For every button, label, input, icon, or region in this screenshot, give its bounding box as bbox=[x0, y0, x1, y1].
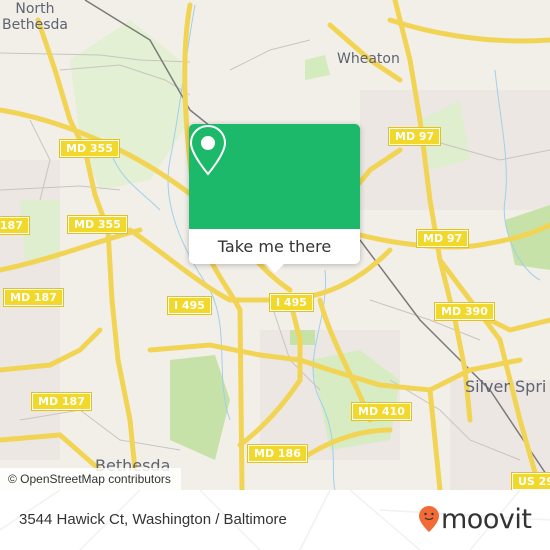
road-shield-md-187: MD 187 bbox=[0, 216, 30, 235]
road-shield-md-355: MD 355 bbox=[67, 215, 128, 234]
map-view[interactable]: North Bethesda Wheaton Silver Spri Bethe… bbox=[0, 0, 550, 490]
popup-header bbox=[189, 124, 360, 229]
place-label-wheaton: Wheaton bbox=[337, 51, 400, 67]
place-label-north-bethesda: North Bethesda bbox=[2, 1, 68, 33]
map-attribution[interactable]: © OpenStreetMap contributors bbox=[0, 468, 181, 490]
map-pin-icon bbox=[189, 124, 227, 176]
road-shield-md-187: MD 187 bbox=[3, 288, 64, 307]
road-shield-md-187: MD 187 bbox=[31, 392, 92, 411]
road-shield-us-29: US 29 bbox=[511, 472, 550, 490]
footer-bar: 3544 Hawick Ct, Washington / Baltimore m… bbox=[0, 490, 550, 550]
road-shield-i-495: I 495 bbox=[167, 296, 212, 315]
road-shield-md-355: MD 355 bbox=[59, 139, 120, 158]
take-me-there-button[interactable]: Take me there bbox=[189, 229, 360, 264]
road-shield-md-97: MD 97 bbox=[387, 127, 442, 146]
road-shield-md-410: MD 410 bbox=[351, 402, 412, 421]
moovit-logo[interactable]: moovit bbox=[418, 503, 532, 535]
popup-pointer bbox=[266, 264, 284, 273]
address-label: 3544 Hawick Ct, Washington / Baltimore bbox=[19, 511, 287, 528]
road-shield-md-390: MD 390 bbox=[434, 302, 495, 321]
moovit-pin-icon bbox=[419, 506, 439, 532]
location-popup: Take me there bbox=[189, 124, 360, 273]
road-shield-md-186: MD 186 bbox=[247, 444, 308, 463]
moovit-wordmark: moovit bbox=[441, 503, 532, 535]
road-shield-md-97: MD 97 bbox=[415, 229, 470, 248]
place-label-silver-spring: Silver Spri bbox=[465, 377, 547, 396]
road-shield-i-495: I 495 bbox=[269, 293, 314, 312]
